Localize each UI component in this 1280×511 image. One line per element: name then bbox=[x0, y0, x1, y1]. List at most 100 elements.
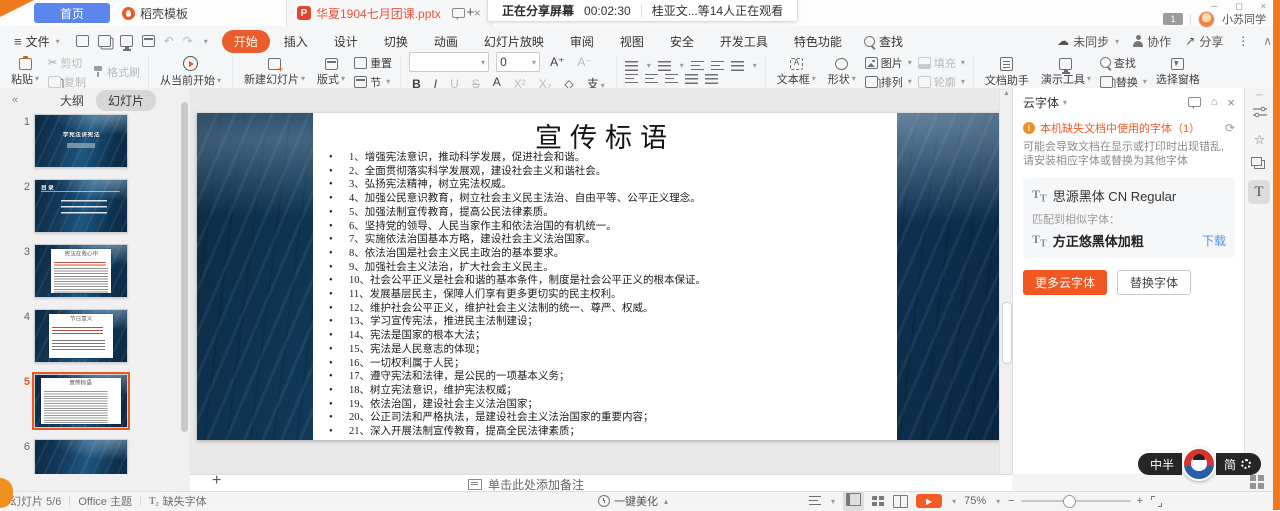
ime-lang[interactable]: 简 bbox=[1216, 453, 1261, 475]
share-button[interactable]: ↗ 分享 bbox=[1185, 33, 1223, 50]
notes-toggle-icon[interactable] bbox=[809, 496, 821, 506]
font-name-select[interactable]: ▾ bbox=[409, 52, 489, 72]
missing-fonts-status[interactable]: 缺失字体 bbox=[163, 493, 207, 509]
play-from-current-button[interactable]: 从当前开始▾ bbox=[157, 56, 224, 88]
ribbon-tab[interactable]: 开发工具 bbox=[708, 30, 780, 53]
ribbon-tab[interactable]: 开始 bbox=[222, 30, 270, 53]
undo-icon[interactable]: ↶ bbox=[164, 34, 174, 48]
reading-view-icon[interactable] bbox=[893, 495, 908, 508]
increase-indent-icon[interactable] bbox=[711, 61, 724, 71]
justify-icon[interactable] bbox=[685, 74, 698, 84]
one-click-beautify-button[interactable]: 一键美化 ▴ bbox=[598, 493, 668, 509]
ribbon-tab[interactable]: 插入 bbox=[272, 30, 320, 53]
collapse-panel-icon[interactable]: « bbox=[0, 94, 30, 106]
align-right-icon[interactable] bbox=[665, 74, 678, 84]
layout-button[interactable]: 版式▾ bbox=[314, 58, 348, 87]
slide-bullet-list[interactable]: 1、增强宪法意识，推动科学发展，促进社会和谐。 2、全面贯彻落实科学发展观，建设… bbox=[313, 151, 897, 439]
close-window-icon[interactable]: × bbox=[1261, 1, 1266, 11]
replace-font-button[interactable]: 替换字体 bbox=[1117, 270, 1191, 295]
screen-share-banner[interactable]: 正在分享屏幕 00:02:30 桂亚文...等14人正在观看 bbox=[487, 0, 798, 22]
tab-slides[interactable]: 幻灯片 bbox=[96, 90, 156, 111]
download-link[interactable]: 下载 bbox=[1202, 232, 1226, 249]
ribbon-tab[interactable]: 幻灯片放映 bbox=[472, 30, 556, 53]
close-panel-icon[interactable]: × bbox=[1227, 95, 1235, 110]
slide-thumbnail-row[interactable]: 6 bbox=[14, 439, 190, 474]
zoom-slider-knob[interactable] bbox=[1063, 495, 1076, 508]
cut-button[interactable]: ✂剪切 bbox=[48, 55, 86, 71]
ribbon-tab[interactable]: 视图 bbox=[608, 30, 656, 53]
paste-button[interactable]: 粘贴▾ bbox=[8, 58, 42, 87]
slide-thumbnail-row[interactable]: 3 宪法在我心中 bbox=[14, 244, 190, 298]
pin-icon[interactable]: ⌂ bbox=[1211, 96, 1218, 108]
properties-sliders-icon[interactable] bbox=[1245, 106, 1274, 118]
align-left-icon[interactable] bbox=[625, 74, 638, 84]
canvas-scrollbar-thumb[interactable] bbox=[1002, 302, 1012, 364]
numbered-list-icon[interactable] bbox=[658, 61, 671, 71]
bullet-list-icon[interactable] bbox=[625, 61, 638, 71]
ime-toolbar[interactable]: 中半 简 bbox=[1138, 447, 1261, 481]
collaborate-button[interactable]: 协作 bbox=[1133, 33, 1171, 50]
slide-sorter-icon[interactable] bbox=[872, 496, 885, 507]
shapes-button[interactable]: 形状▾ bbox=[825, 58, 859, 87]
tab-outline[interactable]: 大纲 bbox=[48, 90, 96, 111]
slide-thumbnail-row[interactable]: 4 节日意义 bbox=[14, 309, 190, 363]
more-menu-icon[interactable]: ⋮ bbox=[1237, 34, 1249, 48]
select-pane-button[interactable]: 选择窗格 bbox=[1153, 58, 1203, 87]
maximize-icon[interactable]: ◻ bbox=[1235, 1, 1242, 12]
add-slide-button[interactable]: + bbox=[212, 472, 221, 490]
docer-template-tab[interactable]: 稻壳模板 bbox=[112, 0, 198, 26]
ribbon-tab[interactable]: 特色功能 bbox=[782, 30, 854, 53]
chevron-down-icon[interactable]: ▾ bbox=[204, 37, 208, 46]
chevron-down-icon[interactable]: ▾ bbox=[1063, 98, 1067, 107]
zoom-level[interactable]: 75% bbox=[964, 495, 986, 507]
shrink-font-button[interactable]: A⁻ bbox=[574, 55, 594, 69]
ribbon-tab[interactable]: 切换 bbox=[372, 30, 420, 53]
picture-button[interactable]: 图片▾ bbox=[865, 55, 912, 71]
thumbnail-scrollbar[interactable] bbox=[181, 102, 188, 432]
save-icon[interactable] bbox=[76, 35, 89, 47]
sync-status[interactable]: ☁ 未同步▾ bbox=[1057, 33, 1119, 50]
print-icon[interactable] bbox=[120, 35, 133, 47]
drag-handle[interactable]: ─ bbox=[1245, 90, 1274, 101]
slide-thumbnail[interactable]: 宪法在我心中 bbox=[34, 244, 128, 298]
new-slide-button[interactable]: 新建幻灯片▾ bbox=[241, 58, 308, 87]
user-avatar[interactable] bbox=[1198, 11, 1215, 28]
format-painter-button[interactable]: 格式刷 bbox=[92, 64, 140, 80]
redo-icon[interactable]: ↷ bbox=[183, 34, 193, 48]
theme-name[interactable]: Office 主题 bbox=[78, 493, 132, 509]
scroll-up-icon[interactable]: ▲ bbox=[1003, 90, 1010, 97]
ribbon-search[interactable]: 查找 bbox=[864, 33, 903, 50]
home-tab[interactable]: 首页 bbox=[34, 3, 110, 23]
ribbon-tab[interactable]: 动画 bbox=[422, 30, 470, 53]
comment-bubble-icon[interactable] bbox=[452, 8, 465, 18]
animation-shapes-icon[interactable] bbox=[1245, 158, 1274, 172]
user-name[interactable]: 小苏同学 bbox=[1222, 11, 1266, 27]
slide-thumbnail-row[interactable]: 2 目 录 bbox=[14, 179, 190, 233]
slide-thumbnail[interactable]: 宣传标语 bbox=[34, 374, 128, 428]
font-size-select[interactable]: 0▾ bbox=[496, 52, 540, 72]
gear-icon[interactable] bbox=[1241, 459, 1251, 469]
slide-title[interactable]: 宣传标语 bbox=[313, 113, 897, 149]
normal-view-button-selected[interactable] bbox=[843, 491, 864, 511]
slide-content-box[interactable]: 宣传标语 1、增强宪法意识，推动科学发展，促进社会和谐。 2、全面贯彻落实科学发… bbox=[313, 113, 897, 440]
ribbon-tab[interactable]: 设计 bbox=[322, 30, 370, 53]
fit-to-window-icon[interactable] bbox=[1151, 496, 1162, 507]
new-tab-button[interactable]: + bbox=[466, 4, 475, 21]
refresh-icon[interactable]: ⟳ bbox=[1225, 121, 1235, 135]
slide-canvas[interactable]: 宣传标语 1、增强宪法意识，推动科学发展，促进社会和谐。 2、全面贯彻落实科学发… bbox=[197, 113, 1000, 440]
more-cloud-fonts-button[interactable]: 更多云字体 bbox=[1023, 270, 1107, 295]
ime-mode[interactable]: 中半 bbox=[1138, 453, 1182, 475]
distribute-icon[interactable] bbox=[705, 74, 718, 84]
slide-thumbnail[interactable]: 节日意义 bbox=[34, 309, 128, 363]
decrease-indent-icon[interactable] bbox=[691, 61, 704, 71]
reset-button[interactable]: 重置 bbox=[354, 55, 392, 71]
ribbon-tab[interactable]: 安全 bbox=[658, 30, 706, 53]
present-tools-button[interactable]: 演示工具▾ bbox=[1038, 58, 1094, 87]
canvas-scrollbar[interactable]: ▲ bbox=[999, 88, 1012, 474]
document-tab[interactable]: P 华夏1904七月团课.pptx × bbox=[286, 0, 492, 26]
zoom-in-icon[interactable]: + bbox=[1137, 495, 1143, 507]
ime-avatar[interactable] bbox=[1182, 447, 1216, 481]
print-preview-icon[interactable] bbox=[142, 35, 155, 47]
line-spacing-icon[interactable] bbox=[731, 61, 744, 71]
slide-thumbnail[interactable] bbox=[34, 439, 128, 474]
